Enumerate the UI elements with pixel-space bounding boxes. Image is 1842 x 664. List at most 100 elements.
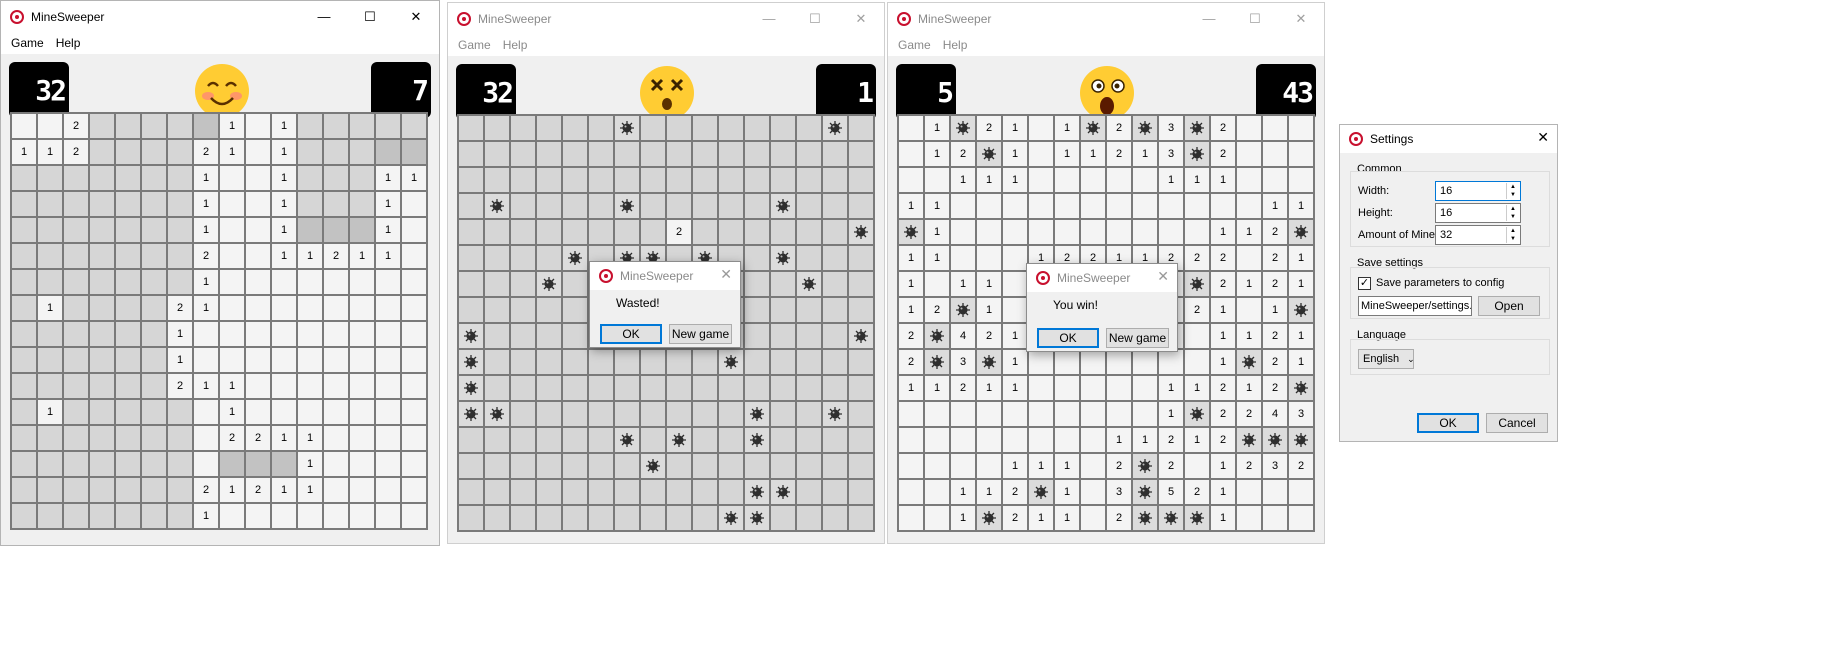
minefield-cell[interactable] bbox=[614, 375, 640, 401]
minefield-cell[interactable] bbox=[562, 453, 588, 479]
minefield-cell[interactable]: 2 bbox=[1262, 245, 1288, 271]
minefield-cell[interactable] bbox=[167, 269, 193, 295]
minefield-cell[interactable] bbox=[245, 269, 271, 295]
maximize-button[interactable]: ☐ bbox=[792, 3, 838, 34]
minefield-cell[interactable] bbox=[323, 321, 349, 347]
mine-icon[interactable] bbox=[1184, 505, 1210, 531]
minefield-cell[interactable] bbox=[484, 271, 510, 297]
minefield-cell[interactable]: 2 bbox=[1106, 115, 1132, 141]
minefield-cell[interactable] bbox=[141, 477, 167, 503]
mine-icon[interactable] bbox=[614, 193, 640, 219]
minefield-cell[interactable] bbox=[375, 113, 401, 139]
minefield-cell[interactable]: 1 bbox=[1106, 427, 1132, 453]
minefield-cell[interactable] bbox=[115, 139, 141, 165]
minefield-cell[interactable] bbox=[484, 297, 510, 323]
mine-icon[interactable] bbox=[950, 297, 976, 323]
minefield-cell[interactable] bbox=[63, 295, 89, 321]
mine-icon[interactable] bbox=[976, 141, 1002, 167]
minefield-cell[interactable]: 2 bbox=[193, 139, 219, 165]
minefield-cell[interactable]: 2 bbox=[219, 425, 245, 451]
spin-arrows-icon[interactable]: ▲ ▼ bbox=[1506, 205, 1519, 221]
minefield-cell[interactable] bbox=[588, 349, 614, 375]
minefield-cell[interactable] bbox=[536, 167, 562, 193]
minefield-cell[interactable] bbox=[245, 243, 271, 269]
minefield-cell[interactable] bbox=[323, 347, 349, 373]
minefield-cell[interactable] bbox=[536, 245, 562, 271]
minefield-cell[interactable] bbox=[1106, 375, 1132, 401]
minefield-cell[interactable] bbox=[562, 323, 588, 349]
minefield-cell[interactable]: 1 bbox=[1132, 141, 1158, 167]
minefield-cell[interactable] bbox=[458, 219, 484, 245]
minefield-cell[interactable] bbox=[718, 427, 744, 453]
menu-game[interactable]: Game bbox=[5, 36, 50, 50]
minefield-cell[interactable] bbox=[692, 401, 718, 427]
minefield-cell[interactable] bbox=[1158, 193, 1184, 219]
minefield-cell[interactable] bbox=[484, 141, 510, 167]
minefield-cell[interactable] bbox=[141, 243, 167, 269]
ok-button[interactable]: OK bbox=[1417, 413, 1479, 433]
mine-icon[interactable] bbox=[770, 479, 796, 505]
minefield-cell[interactable]: 1 bbox=[193, 165, 219, 191]
minefield-cell[interactable] bbox=[1184, 193, 1210, 219]
minefield-cell[interactable] bbox=[822, 349, 848, 375]
minefield-cell[interactable]: 1 bbox=[1002, 141, 1028, 167]
title-bar[interactable]: MineSweeper — ☐ ✕ bbox=[1, 1, 439, 32]
minefield-cell[interactable] bbox=[666, 375, 692, 401]
minefield-cell[interactable] bbox=[1184, 349, 1210, 375]
minefield-cell[interactable]: 2 bbox=[193, 477, 219, 503]
minefield-cell[interactable] bbox=[323, 373, 349, 399]
minefield-cell[interactable] bbox=[562, 219, 588, 245]
minefield-cell[interactable]: 2 bbox=[1158, 427, 1184, 453]
minefield-cell[interactable] bbox=[640, 375, 666, 401]
minefield-cell[interactable]: 1 bbox=[976, 297, 1002, 323]
minefield-cell[interactable] bbox=[297, 399, 323, 425]
minefield-cell[interactable] bbox=[1028, 141, 1054, 167]
minefield-cell[interactable] bbox=[666, 115, 692, 141]
minefield-cell[interactable] bbox=[115, 165, 141, 191]
minefield-cell[interactable] bbox=[640, 401, 666, 427]
minefield-cell[interactable] bbox=[588, 193, 614, 219]
minefield-cell[interactable] bbox=[796, 219, 822, 245]
minefield-cell[interactable] bbox=[401, 113, 427, 139]
minefield-cell[interactable] bbox=[245, 503, 271, 529]
minefield-cell[interactable] bbox=[63, 217, 89, 243]
minefield-cell[interactable] bbox=[323, 503, 349, 529]
minefield-cell[interactable] bbox=[976, 219, 1002, 245]
minefield-cell[interactable] bbox=[822, 219, 848, 245]
minefield-cell[interactable]: 1 bbox=[219, 373, 245, 399]
minefield-cell[interactable] bbox=[63, 477, 89, 503]
title-bar[interactable]: MineSweeper — ☐ ✕ bbox=[448, 3, 884, 34]
minefield-cell[interactable] bbox=[510, 453, 536, 479]
minefield-cell[interactable] bbox=[11, 425, 37, 451]
minefield-cell[interactable]: 1 bbox=[1236, 271, 1262, 297]
minefield-cell[interactable] bbox=[11, 451, 37, 477]
mine-icon[interactable] bbox=[744, 479, 770, 505]
minefield-cell[interactable] bbox=[1236, 115, 1262, 141]
minefield-cell[interactable]: 1 bbox=[950, 271, 976, 297]
minefield-cell[interactable] bbox=[297, 113, 323, 139]
minefield-cell[interactable]: 1 bbox=[271, 139, 297, 165]
minefield-cell[interactable] bbox=[770, 453, 796, 479]
minefield-cell[interactable]: 1 bbox=[924, 245, 950, 271]
minefield-cell[interactable] bbox=[588, 141, 614, 167]
minefield-cell[interactable] bbox=[219, 295, 245, 321]
minefield-cell[interactable] bbox=[744, 297, 770, 323]
minefield-cell[interactable] bbox=[1288, 141, 1314, 167]
menu-game[interactable]: Game bbox=[452, 38, 497, 52]
minefield-cell[interactable] bbox=[115, 321, 141, 347]
minefield-cell[interactable] bbox=[770, 375, 796, 401]
minefield-cell[interactable] bbox=[822, 453, 848, 479]
minefield-cell[interactable] bbox=[692, 505, 718, 531]
minefield-cell[interactable] bbox=[484, 453, 510, 479]
minefield-cell[interactable] bbox=[848, 401, 874, 427]
minefield-cell[interactable] bbox=[588, 167, 614, 193]
minefield-cell[interactable] bbox=[614, 505, 640, 531]
minefield-cell[interactable] bbox=[245, 451, 271, 477]
minefield-cell[interactable] bbox=[1236, 141, 1262, 167]
minefield-cell[interactable] bbox=[167, 113, 193, 139]
minefield-cell[interactable] bbox=[666, 349, 692, 375]
minefield-cell[interactable] bbox=[1028, 375, 1054, 401]
minefield-cell[interactable] bbox=[89, 425, 115, 451]
minefield-cell[interactable] bbox=[193, 451, 219, 477]
minefield-cell[interactable]: 1 bbox=[1002, 323, 1028, 349]
